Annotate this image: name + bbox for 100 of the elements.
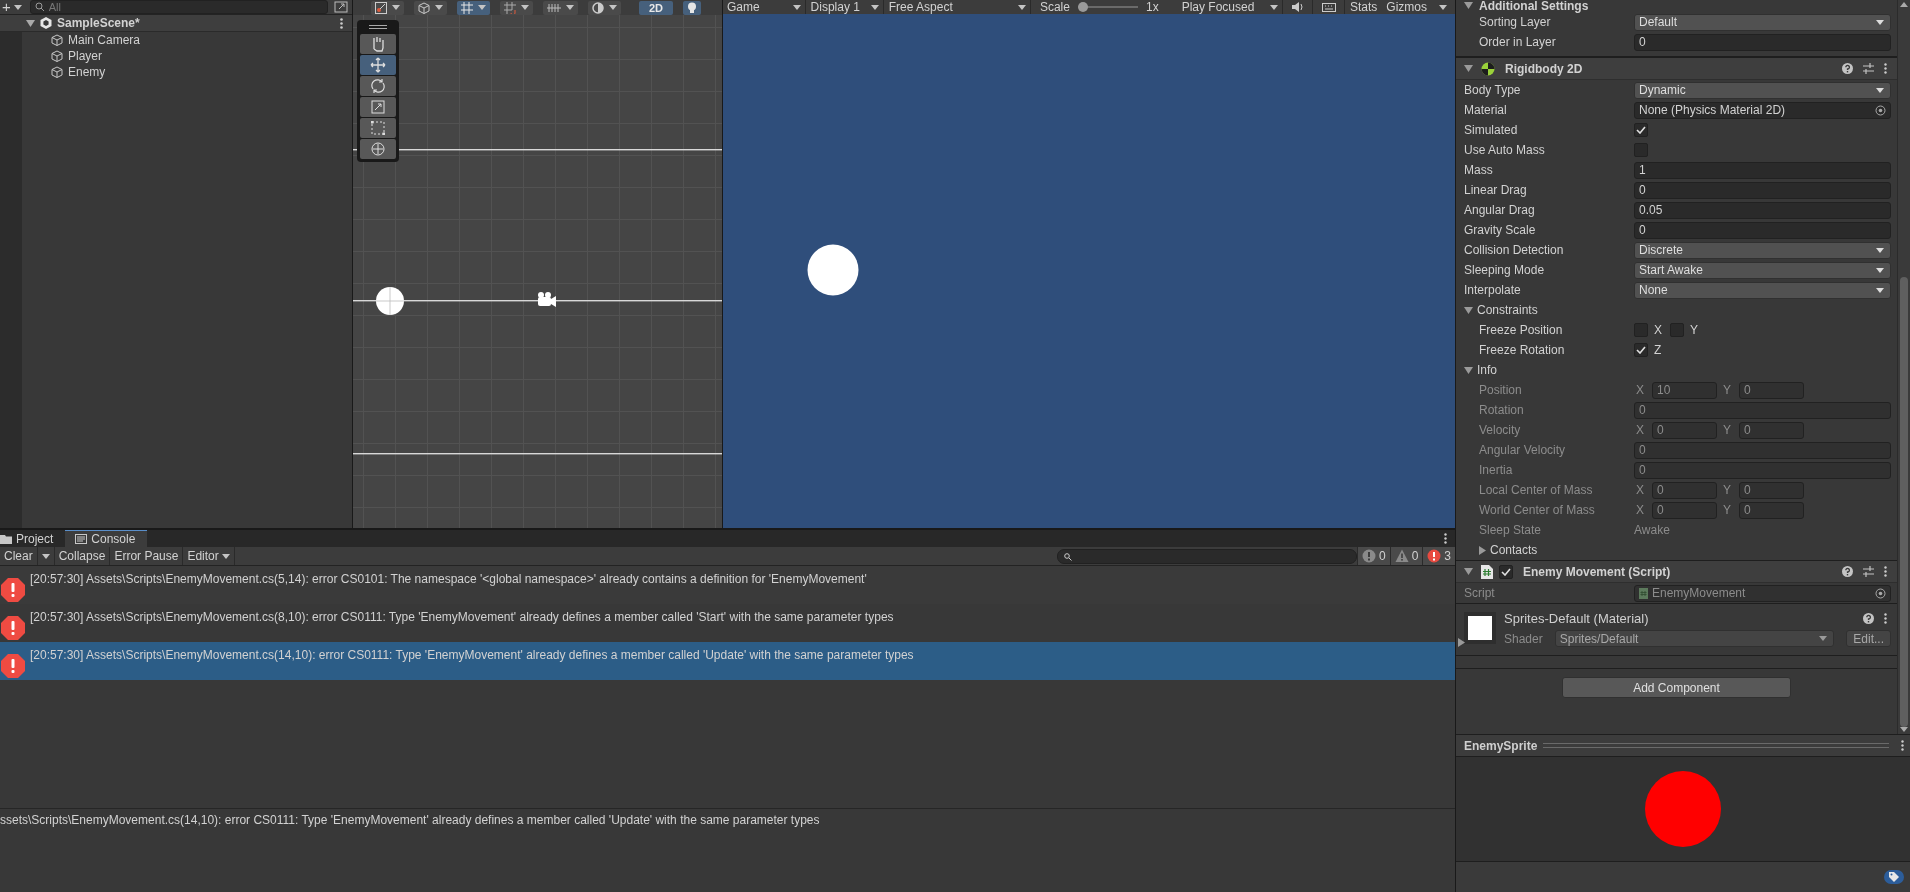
checkbox[interactable]	[1634, 343, 1648, 357]
console-entry[interactable]: [20:57:30] Assets\Scripts\EnemyMovement.cs(14,10): error CS0111: Type 'EnemyMovement' already defines a member called 'Update' with the same parameter types	[0, 642, 1455, 680]
grid-button[interactable]	[457, 0, 490, 15]
field-label: Sleep State	[1479, 523, 1542, 537]
more-options-icon[interactable]	[1901, 740, 1904, 751]
tool-button[interactable]	[360, 139, 396, 159]
editor-dropdown[interactable]: Editor	[183, 547, 235, 565]
hierarchy-item[interactable]: Player	[0, 48, 352, 64]
number-field: 10	[1652, 381, 1717, 399]
dropdown[interactable]: Discrete	[1634, 241, 1891, 259]
tool-button[interactable]	[360, 55, 396, 75]
clear-button[interactable]: Clear	[0, 547, 38, 565]
more-options-icon[interactable]	[1444, 533, 1447, 544]
circle-sprite[interactable]	[375, 286, 405, 316]
add-component-button[interactable]: Add Component	[1562, 677, 1791, 698]
collapse-arrow-icon[interactable]	[26, 19, 35, 27]
tool-button[interactable]	[360, 34, 396, 54]
camera-icon[interactable]	[538, 292, 556, 307]
caret-icon	[221, 553, 230, 559]
stats-button[interactable]: Stats	[1345, 0, 1382, 14]
search-icon	[34, 2, 45, 12]
collapse-arrow-icon[interactable]	[1464, 2, 1473, 9]
unity-logo-icon	[40, 17, 52, 29]
number-field[interactable]: 1	[1634, 161, 1891, 179]
field-label: Sleeping Mode	[1464, 263, 1545, 277]
component-header[interactable]: Rigidbody 2D	[1456, 57, 1897, 80]
hierarchy-item[interactable]: Enemy	[0, 64, 352, 80]
axis-label: Y	[1722, 503, 1733, 517]
render-mode-button[interactable]	[414, 0, 447, 15]
number-field: 0	[1652, 501, 1717, 519]
scrollbar-thumb[interactable]	[1900, 277, 1908, 727]
draw-mode-button[interactable]	[371, 0, 404, 15]
scroll-up-icon[interactable]	[1900, 2, 1908, 7]
snap-button[interactable]	[500, 0, 533, 15]
orbit-button[interactable]	[588, 0, 621, 15]
dropdown[interactable]: Default	[1634, 13, 1891, 31]
snap-icon	[504, 1, 516, 14]
caret-icon	[870, 4, 879, 10]
tool-button[interactable]	[360, 76, 396, 96]
scene-row[interactable]: SampleScene*	[0, 15, 352, 32]
number-field: 0	[1634, 401, 1891, 419]
shader-dropdown[interactable]: Sprites/Default	[1554, 630, 1835, 647]
gizmos-button[interactable]: Gizmos	[1382, 0, 1431, 14]
help-icon[interactable]	[1842, 566, 1853, 577]
slider-thumb[interactable]	[1077, 2, 1088, 12]
checkbox[interactable]	[1634, 123, 1648, 137]
panel-tab[interactable]: Console	[65, 530, 148, 547]
number-field: 0	[1739, 481, 1805, 499]
search-field[interactable]	[1056, 548, 1357, 564]
object-picker-icon[interactable]	[1875, 104, 1886, 116]
info-filter-button[interactable]: 0	[1356, 547, 1390, 565]
checkbox[interactable]	[1499, 564, 1513, 579]
presets-icon[interactable]	[1863, 63, 1874, 74]
hierarchy-item[interactable]: Main Camera	[0, 32, 352, 48]
caret-icon	[566, 5, 574, 10]
caret-icon	[1017, 4, 1026, 10]
speaker-icon	[1291, 2, 1304, 12]
help-icon[interactable]	[1863, 613, 1874, 624]
foldout-label[interactable]: Constraints	[1477, 303, 1538, 317]
asset-labels-button[interactable]	[1884, 870, 1904, 884]
warning-filter-button[interactable]: 0	[1389, 547, 1423, 565]
error-filter-button[interactable]: 3	[1422, 547, 1455, 565]
component-header[interactable]: Enemy Movement (Script)	[1456, 560, 1897, 583]
add-button[interactable]: +	[0, 0, 24, 14]
more-options-icon[interactable]	[1884, 63, 1887, 74]
more-options-icon[interactable]	[1884, 613, 1887, 624]
edit-shader-button[interactable]: Edit...	[1846, 630, 1891, 647]
tool-button[interactable]	[360, 97, 396, 117]
number-field: 0	[1652, 421, 1717, 439]
cube-icon	[51, 33, 63, 47]
dropdown[interactable]: Start Awake	[1634, 261, 1891, 279]
expand-arrow-icon[interactable]	[1458, 638, 1465, 647]
section-title: Additional Settings	[1479, 0, 1589, 12]
object-field[interactable]: None (Physics Material 2D)	[1634, 101, 1891, 119]
collapse-button[interactable]: Collapse	[54, 547, 111, 565]
collapse-arrow-icon[interactable]	[1464, 568, 1473, 575]
window-icon[interactable]	[334, 1, 348, 13]
number-field[interactable]: 0	[1634, 181, 1891, 199]
collapse-arrow-icon[interactable]	[1464, 306, 1473, 314]
search-field[interactable]: All	[29, 0, 328, 14]
scrollbar[interactable]	[1897, 0, 1910, 734]
number-field[interactable]: 0	[1634, 221, 1891, 239]
info-icon	[1361, 549, 1376, 563]
more-options-icon[interactable]	[340, 17, 343, 29]
tool-button[interactable]	[360, 118, 396, 138]
presets-icon[interactable]	[1863, 566, 1874, 577]
2d-mode-button[interactable]: 2D	[639, 0, 674, 15]
drag-handle-icon[interactable]	[369, 25, 387, 29]
more-options-icon[interactable]	[1884, 566, 1887, 577]
number-field: 0	[1739, 421, 1805, 439]
number-field[interactable]: 0.05	[1634, 201, 1891, 219]
dropdown[interactable]: Dynamic	[1634, 81, 1891, 99]
dropdown[interactable]: None	[1634, 281, 1891, 299]
number-field[interactable]: 0	[1634, 33, 1891, 51]
help-icon[interactable]	[1842, 63, 1853, 74]
collapse-arrow-icon[interactable]	[1464, 65, 1473, 72]
lighting-button[interactable]	[683, 0, 702, 15]
increment-snap-button[interactable]	[543, 0, 578, 15]
error-pause-button[interactable]: Error Pause	[110, 547, 184, 565]
axis-label: Y	[1722, 383, 1733, 397]
